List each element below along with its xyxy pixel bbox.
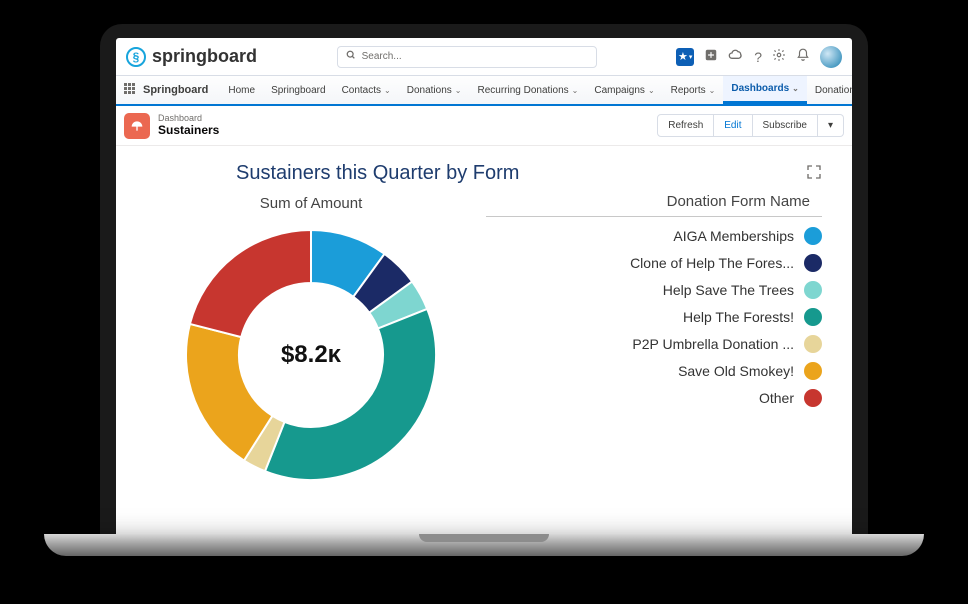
nav-item-dashboards[interactable]: Dashboards⌄: [723, 76, 807, 104]
page-actions: Refresh Edit Subscribe ▾: [657, 114, 844, 137]
search-icon: [346, 50, 356, 63]
legend-swatch: [804, 362, 822, 380]
legend-item[interactable]: Save Old Smokey!: [486, 362, 822, 380]
nav-item-home[interactable]: Home: [220, 76, 263, 104]
expand-icon[interactable]: [806, 164, 822, 183]
nav-item-label: Home: [228, 85, 255, 96]
legend-swatch: [804, 281, 822, 299]
notifications-bell-icon[interactable]: [796, 48, 810, 65]
nav-item-label: Campaigns: [594, 85, 645, 96]
app-nav-bar: Springboard HomeSpringboardContacts⌄Dona…: [116, 76, 852, 106]
chevron-down-icon: ⌄: [792, 84, 799, 93]
legend-label: AIGA Memberships: [673, 228, 794, 244]
favorites-button[interactable]: ★▾: [676, 48, 694, 66]
laptop-base: [44, 534, 924, 556]
edit-button[interactable]: Edit: [714, 114, 752, 137]
nav-item-label: Springboard: [271, 85, 325, 96]
legend-swatch: [804, 227, 822, 245]
chevron-down-icon: ⌄: [384, 86, 391, 95]
dashboard-content: Sustainers this Quarter by Form Sum of A…: [116, 146, 852, 534]
legend-item[interactable]: Other: [486, 389, 822, 407]
global-header: § springboard Search... ★▾: [116, 38, 852, 76]
chevron-down-icon: ⌄: [455, 86, 462, 95]
nav-item-label: Contacts: [342, 85, 381, 96]
brand-logo[interactable]: § springboard: [126, 46, 257, 67]
setup-gear-icon[interactable]: [772, 48, 786, 65]
nav-item-recurring-donations[interactable]: Recurring Donations ⌄: [469, 76, 586, 104]
legend-label: Other: [759, 390, 794, 406]
brand-name: springboard: [152, 46, 257, 67]
legend-item[interactable]: AIGA Memberships: [486, 227, 822, 245]
user-avatar[interactable]: [820, 46, 842, 68]
legend-swatch: [804, 335, 822, 353]
chart-subtitle: Sum of Amount: [260, 195, 363, 212]
salesforce-cloud-icon[interactable]: [728, 48, 744, 65]
dashboard-object-icon: [124, 113, 150, 139]
donut-slice[interactable]: [265, 309, 436, 480]
subscribe-button[interactable]: Subscribe: [753, 114, 818, 137]
legend-title: Donation Form Name: [486, 193, 822, 217]
legend-label: Save Old Smokey!: [678, 363, 794, 379]
legend-item[interactable]: P2P Umbrella Donation ...: [486, 335, 822, 353]
donut-chart[interactable]: $8.2ᴋ: [176, 220, 446, 490]
legend-label: Help The Forests!: [683, 309, 794, 325]
nav-item-donations[interactable]: Donations⌄: [399, 76, 470, 104]
chevron-down-icon: ⌄: [572, 86, 579, 95]
nav-item-label: Recurring Donations: [477, 85, 568, 96]
donut-slice[interactable]: [190, 230, 311, 337]
help-icon[interactable]: ?: [754, 49, 762, 65]
global-search[interactable]: Search...: [337, 46, 597, 68]
chevron-down-icon: ⌄: [648, 86, 655, 95]
more-actions-button[interactable]: ▾: [818, 114, 844, 137]
legend-swatch: [804, 389, 822, 407]
legend-swatch: [804, 254, 822, 272]
chart-legend: AIGA Memberships Clone of Help The Fores.…: [486, 227, 822, 407]
nav-item-label: Dashboards: [731, 83, 789, 94]
legend-item[interactable]: Help Save The Trees: [486, 281, 822, 299]
legend-item[interactable]: Help The Forests!: [486, 308, 822, 326]
page-title: Sustainers: [158, 124, 219, 137]
nav-item-label: Reports: [671, 85, 706, 96]
legend-label: Help Save The Trees: [663, 282, 794, 298]
legend-label: P2P Umbrella Donation ...: [632, 336, 794, 352]
search-placeholder: Search...: [362, 51, 402, 62]
page-header: Dashboard Sustainers Refresh Edit Subscr…: [116, 106, 852, 146]
nav-item-label: Donations: [407, 85, 452, 96]
app-launcher-icon[interactable]: [124, 83, 135, 97]
chart-title: Sustainers this Quarter by Form: [236, 162, 519, 185]
nav-item-donation-upsells[interactable]: Donation Upsells⌄: [807, 76, 852, 104]
add-icon[interactable]: [704, 48, 718, 65]
chart-center-total: $8.2ᴋ: [281, 341, 341, 369]
legend-swatch: [804, 308, 822, 326]
refresh-button[interactable]: Refresh: [657, 114, 714, 137]
nav-item-springboard[interactable]: Springboard: [263, 76, 333, 104]
nav-item-campaigns[interactable]: Campaigns⌄: [586, 76, 662, 104]
legend-label: Clone of Help The Fores...: [630, 255, 794, 271]
legend-item[interactable]: Clone of Help The Fores...: [486, 254, 822, 272]
nav-item-label: Donation Upsells: [815, 85, 852, 96]
nav-item-contacts[interactable]: Contacts⌄: [334, 76, 399, 104]
brand-icon: §: [126, 47, 146, 67]
chevron-down-icon: ⌄: [709, 86, 716, 95]
nav-item-reports[interactable]: Reports⌄: [663, 76, 724, 104]
app-name: Springboard: [143, 84, 208, 96]
